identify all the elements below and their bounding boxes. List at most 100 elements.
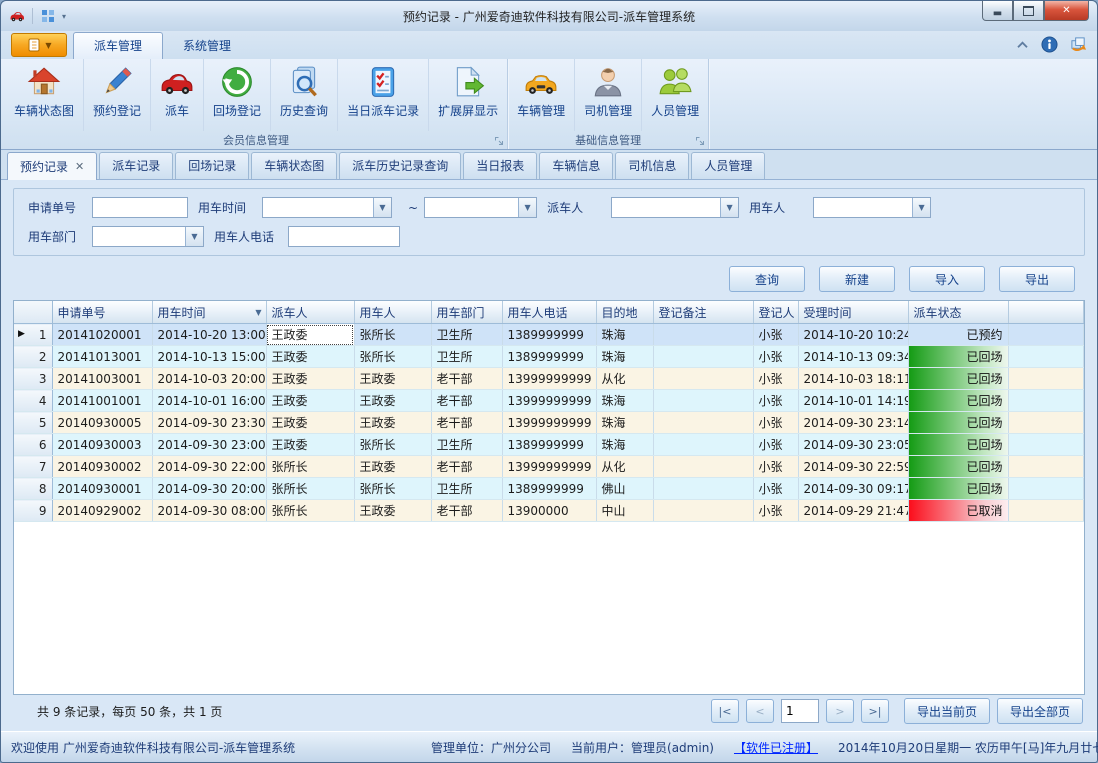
- order-no-cell[interactable]: 20140930005: [52, 412, 152, 434]
- close-button[interactable]: ✕: [1044, 1, 1089, 21]
- col-remark[interactable]: 登记备注: [653, 301, 753, 324]
- chevron-down-icon[interactable]: ▼: [720, 198, 738, 217]
- sort-filter-arrow-icon[interactable]: ▼: [255, 308, 261, 317]
- user-cell[interactable]: 王政委: [354, 500, 431, 522]
- use-time-cell[interactable]: 2014-09-30 08:00: [152, 500, 266, 522]
- col-use-time[interactable]: 用车时间▼: [152, 301, 266, 324]
- row-indicator-cell[interactable]: 1▶: [14, 324, 52, 346]
- table-row[interactable]: 6201409300032014-09-30 23:00王政委张所长卫生所138…: [14, 434, 1084, 456]
- vehicle-status-chart-button[interactable]: 车辆状态图: [5, 59, 83, 131]
- use-time-cell[interactable]: 2014-10-03 20:00: [152, 368, 266, 390]
- phone-cell[interactable]: 13900000: [502, 500, 596, 522]
- row-indicator-cell[interactable]: 3: [14, 368, 52, 390]
- order-no-cell[interactable]: 20141001001: [52, 390, 152, 412]
- registrar-cell[interactable]: 小张: [753, 346, 798, 368]
- vehicle-mgmt-button[interactable]: 车辆管理: [508, 59, 574, 131]
- use-time-cell[interactable]: 2014-09-30 23:00: [152, 434, 266, 456]
- dispatcher-cell[interactable]: 王政委: [266, 324, 354, 346]
- col-order-no[interactable]: 申请单号: [52, 301, 152, 324]
- export-button[interactable]: 导出: [999, 266, 1075, 292]
- history-query-button[interactable]: 历史查询: [270, 59, 337, 131]
- tab-system-mgmt[interactable]: 系统管理: [163, 33, 251, 59]
- col-status[interactable]: 派车状态: [908, 301, 1008, 324]
- accept-time-cell[interactable]: 2014-09-30 23:05: [798, 434, 908, 456]
- destination-cell[interactable]: 佛山: [596, 478, 653, 500]
- doc-tab-daily-report[interactable]: 当日报表: [463, 152, 537, 179]
- dept-cell[interactable]: 老干部: [431, 456, 502, 478]
- driver-mgmt-button[interactable]: 司机管理: [574, 59, 641, 131]
- registrar-cell[interactable]: 小张: [753, 368, 798, 390]
- dialog-launcher-icon[interactable]: [695, 136, 705, 146]
- maximize-button[interactable]: [1013, 1, 1044, 21]
- table-row[interactable]: 5201409300052014-09-30 23:30王政委王政委老干部139…: [14, 412, 1084, 434]
- accept-time-cell[interactable]: 2014-10-13 09:34: [798, 346, 908, 368]
- user-cell[interactable]: 王政委: [354, 368, 431, 390]
- col-dispatcher[interactable]: 派车人: [266, 301, 354, 324]
- col-user[interactable]: 用车人: [354, 301, 431, 324]
- remark-cell[interactable]: [653, 478, 753, 500]
- dept-cell[interactable]: 老干部: [431, 412, 502, 434]
- remark-cell[interactable]: [653, 368, 753, 390]
- status-cell[interactable]: 已回场: [908, 346, 1008, 368]
- user-cell[interactable]: 张所长: [354, 324, 431, 346]
- doc-tab-personnel-mgmt[interactable]: 人员管理: [691, 152, 765, 179]
- registrar-cell[interactable]: 小张: [753, 500, 798, 522]
- doc-tab-dispatch-history-query[interactable]: 派车历史记录查询: [339, 152, 461, 179]
- dept-cell[interactable]: 老干部: [431, 500, 502, 522]
- query-button[interactable]: 查询: [729, 266, 805, 292]
- row-indicator-cell[interactable]: 4: [14, 390, 52, 412]
- dialog-launcher-icon[interactable]: [494, 136, 504, 146]
- user-cell[interactable]: 王政委: [354, 390, 431, 412]
- table-row[interactable]: 7201409300022014-09-30 22:00张所长王政委老干部139…: [14, 456, 1084, 478]
- destination-cell[interactable]: 珠海: [596, 434, 653, 456]
- phone-cell[interactable]: 13999999999: [502, 368, 596, 390]
- remark-cell[interactable]: [653, 390, 753, 412]
- dispatcher-cell[interactable]: 王政委: [266, 390, 354, 412]
- accept-time-cell[interactable]: 2014-09-30 22:59: [798, 456, 908, 478]
- style-switch-icon[interactable]: [1070, 36, 1087, 53]
- car-logo-icon[interactable]: [9, 8, 25, 24]
- layout-grid-icon[interactable]: [40, 8, 56, 24]
- doc-tab-reservation-records[interactable]: 预约记录✕: [7, 152, 97, 180]
- destination-cell[interactable]: 珠海: [596, 346, 653, 368]
- status-cell[interactable]: 已预约: [908, 324, 1008, 346]
- row-indicator-cell[interactable]: 8: [14, 478, 52, 500]
- user-cell[interactable]: 王政委: [354, 456, 431, 478]
- remark-cell[interactable]: [653, 346, 753, 368]
- use-time-cell[interactable]: 2014-09-30 22:00: [152, 456, 266, 478]
- user-phone-field[interactable]: [288, 226, 400, 247]
- ribbon-collapse-icon[interactable]: [1016, 40, 1029, 49]
- doc-tab-vehicle-status-chart[interactable]: 车辆状态图: [251, 152, 337, 179]
- next-page-button[interactable]: >: [826, 699, 854, 723]
- accept-time-cell[interactable]: 2014-10-01 14:19: [798, 390, 908, 412]
- use-time-cell[interactable]: 2014-10-01 16:00: [152, 390, 266, 412]
- registrar-cell[interactable]: 小张: [753, 456, 798, 478]
- dept-cell[interactable]: 卫生所: [431, 434, 502, 456]
- dept-field[interactable]: ▼: [92, 226, 204, 247]
- application-menu-button[interactable]: ▼: [11, 33, 67, 57]
- order-no-field[interactable]: [92, 197, 188, 218]
- first-page-button[interactable]: |<: [711, 699, 739, 723]
- doc-tab-return-records[interactable]: 回场记录: [175, 152, 249, 179]
- user-cell[interactable]: 张所长: [354, 478, 431, 500]
- dept-cell[interactable]: 老干部: [431, 368, 502, 390]
- status-cell[interactable]: 已回场: [908, 478, 1008, 500]
- table-row[interactable]: 4201410010012014-10-01 16:00王政委王政委老干部139…: [14, 390, 1084, 412]
- accept-time-cell[interactable]: 2014-10-20 10:24: [798, 324, 908, 346]
- today-dispatch-records-button[interactable]: 当日派车记录: [337, 59, 428, 131]
- registrar-cell[interactable]: 小张: [753, 478, 798, 500]
- prev-page-button[interactable]: <: [746, 699, 774, 723]
- destination-cell[interactable]: 珠海: [596, 324, 653, 346]
- phone-cell[interactable]: 13999999999: [502, 390, 596, 412]
- order-no-cell[interactable]: 20141013001: [52, 346, 152, 368]
- use-time-cell[interactable]: 2014-10-13 15:00: [152, 346, 266, 368]
- export-all-pages-button[interactable]: 导出全部页: [997, 698, 1083, 724]
- registrar-cell[interactable]: 小张: [753, 434, 798, 456]
- table-row[interactable]: 2201410130012014-10-13 15:00王政委张所长卫生所138…: [14, 346, 1084, 368]
- phone-cell[interactable]: 13999999999: [502, 456, 596, 478]
- status-cell[interactable]: 已回场: [908, 368, 1008, 390]
- chevron-down-icon[interactable]: ▼: [185, 227, 203, 246]
- destination-cell[interactable]: 中山: [596, 500, 653, 522]
- registrar-cell[interactable]: 小张: [753, 412, 798, 434]
- order-no-cell[interactable]: 20140930001: [52, 478, 152, 500]
